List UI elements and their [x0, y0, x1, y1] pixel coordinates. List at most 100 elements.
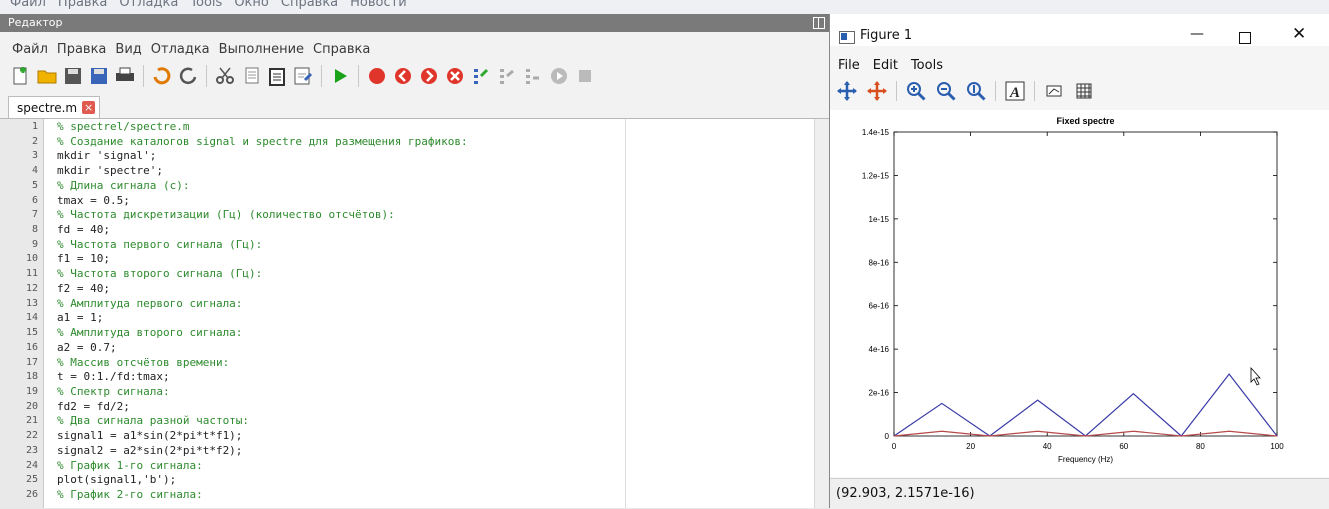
- step-forward-icon[interactable]: [418, 65, 440, 87]
- figure-title: Figure 1: [860, 28, 913, 43]
- main-menu-item-5[interactable]: Справка: [281, 0, 338, 10]
- step-in-icon[interactable]: [470, 65, 492, 87]
- stop-debug-icon[interactable]: [444, 65, 466, 87]
- toolbar-separator: [143, 65, 144, 87]
- line-number: 7: [31, 209, 38, 221]
- figure-menu-item-2[interactable]: Tools: [911, 58, 943, 73]
- code-line: 18 t = 0:1./fd:tmax;: [0, 370, 780, 385]
- editor-title-bar: Редактор: [0, 14, 829, 32]
- code-statement: signal1 = a1*sin(2*pi*t*f1);: [57, 429, 243, 443]
- zoom-in-icon[interactable]: [905, 80, 927, 102]
- run-icon[interactable]: [329, 65, 351, 87]
- line-number: 25: [25, 474, 38, 486]
- continue-icon[interactable]: [548, 65, 570, 87]
- redo-icon[interactable]: [177, 65, 199, 87]
- figure-title-bar: Figure 1 — ✕: [830, 14, 1329, 46]
- svg-text:A: A: [1009, 85, 1020, 101]
- pan-icon[interactable]: [836, 80, 858, 102]
- code-statement: f2 = 40;: [57, 281, 110, 295]
- editor-scrollbar[interactable]: [814, 119, 829, 508]
- figure-menu-item-0[interactable]: File: [838, 58, 860, 73]
- editor-menu-item-0[interactable]: Файл: [12, 42, 48, 57]
- copy-icon[interactable]: [240, 65, 262, 87]
- save-as-icon[interactable]: [88, 65, 110, 87]
- axes-icon[interactable]: [1043, 80, 1065, 102]
- code-line: 7 % Частота дискретизации (Гц) (количеств…: [0, 208, 780, 223]
- code-line: 22 signal1 = a1*sin(2*pi*t*f1);: [0, 429, 780, 444]
- rotate-icon[interactable]: [866, 80, 888, 102]
- code-line: 23 signal2 = a2*sin(2*pi*t*f2);: [0, 444, 780, 459]
- y-tick-label: 2e-16: [869, 389, 890, 398]
- print-icon[interactable]: [114, 65, 136, 87]
- editor-menu-item-2[interactable]: Вид: [115, 42, 141, 57]
- figure-menu-item-1[interactable]: Edit: [873, 58, 898, 73]
- line-number: 6: [31, 194, 38, 206]
- code-line: 21 % Два сигнала разной частоты:: [0, 414, 780, 429]
- close-icon[interactable]: ×: [82, 101, 96, 114]
- zoom-out-icon[interactable]: [935, 80, 957, 102]
- auto-axis-icon[interactable]: [965, 80, 987, 102]
- main-menu-item-4[interactable]: Окно: [234, 0, 269, 10]
- editor-tab-bar: spectre.m ×: [0, 94, 829, 119]
- y-tick-label: 1.4e-15: [862, 128, 890, 137]
- save-icon[interactable]: [62, 65, 84, 87]
- line-number: 12: [25, 282, 38, 294]
- plot-canvas[interactable]: Fixed spectre 0 20 40 60 80 100 0 2e-16 4e-16 6e-1…: [830, 110, 1329, 477]
- minimize-button[interactable]: —: [1190, 26, 1204, 42]
- text-icon[interactable]: A: [1004, 80, 1026, 102]
- code-line: 9 % Частота первого сигнала (Гц):: [0, 238, 780, 253]
- code-editor[interactable]: 1 % spectrel/spectre.m 2 % Создание каталог…: [0, 119, 829, 508]
- line-number: 16: [25, 341, 38, 353]
- editor-menu-item-1[interactable]: Правка: [57, 42, 106, 57]
- cut-icon[interactable]: [214, 65, 236, 87]
- y-tick-label: 0: [885, 432, 890, 441]
- line-number: 4: [31, 165, 38, 177]
- main-menu-item-1[interactable]: Правка: [58, 0, 107, 10]
- step-over-icon[interactable]: [496, 65, 518, 87]
- code-line: 14 a1 = 1;: [0, 311, 780, 326]
- editor-menu-item-5[interactable]: Справка: [313, 42, 370, 57]
- step-back-icon[interactable]: [392, 65, 414, 87]
- quit-debug-icon[interactable]: [574, 65, 596, 87]
- series-line-0: [893, 373, 1278, 437]
- main-menu-item-0[interactable]: Файл: [10, 0, 46, 10]
- line-number: 1: [31, 121, 38, 132]
- paste-icon[interactable]: [266, 65, 288, 87]
- step-out-icon[interactable]: [522, 65, 544, 87]
- figure-toolbar: A: [836, 80, 1095, 102]
- code-comment: % График 1-го сигнала:: [57, 458, 203, 472]
- maximize-button[interactable]: [1239, 32, 1251, 44]
- editor-menu-item-4[interactable]: Выполнение: [219, 42, 304, 57]
- x-tick-label: 80: [1196, 442, 1205, 451]
- find-icon[interactable]: [292, 65, 314, 87]
- line-number: 26: [25, 489, 38, 500]
- code-comment: % Частота второго сигнала (Гц):: [57, 267, 263, 281]
- toolbar-separator: [1034, 81, 1035, 101]
- code-line: 26 % График 2-го сигнала:: [0, 488, 780, 503]
- code-line: 17 % Массив отсчётов времени:: [0, 356, 780, 371]
- y-tick-label: 8e-16: [869, 258, 890, 267]
- editor-menu-item-3[interactable]: Отладка: [151, 42, 210, 57]
- code-comment: % Частота дискретизации (Гц) (количество…: [57, 208, 395, 222]
- open-folder-icon[interactable]: [36, 65, 58, 87]
- code-statement: signal2 = a2*sin(2*pi*t*f2);: [57, 443, 243, 457]
- main-menu-item-3[interactable]: Tools: [190, 0, 222, 10]
- chart-title: Fixed spectre: [1056, 116, 1114, 126]
- close-button[interactable]: ✕: [1292, 24, 1306, 44]
- code-line: 6 tmax = 0.5;: [0, 194, 780, 209]
- breakpoint-icon[interactable]: [366, 65, 388, 87]
- code-comment: % Амплитуда второго сигнала:: [57, 326, 243, 340]
- x-tick-label: 40: [1043, 442, 1052, 451]
- main-menu-item-2[interactable]: Отладка: [119, 0, 178, 10]
- new-file-icon[interactable]: [10, 65, 32, 87]
- code-comment: % Спектр сигнала:: [57, 384, 170, 398]
- main-menu-item-6[interactable]: Новости: [350, 0, 407, 10]
- grid-icon[interactable]: [1073, 80, 1095, 102]
- code-line: 19 % Спектр сигнала:: [0, 385, 780, 400]
- undo-icon[interactable]: [151, 65, 173, 87]
- line-number: 21: [25, 415, 38, 427]
- tab-spectre-m[interactable]: spectre.m ×: [8, 96, 101, 118]
- pointer-coordinates: (92.903, 2.1571e-16): [836, 486, 975, 501]
- undock-icon[interactable]: [813, 17, 825, 29]
- x-tick-label: 20: [966, 442, 975, 451]
